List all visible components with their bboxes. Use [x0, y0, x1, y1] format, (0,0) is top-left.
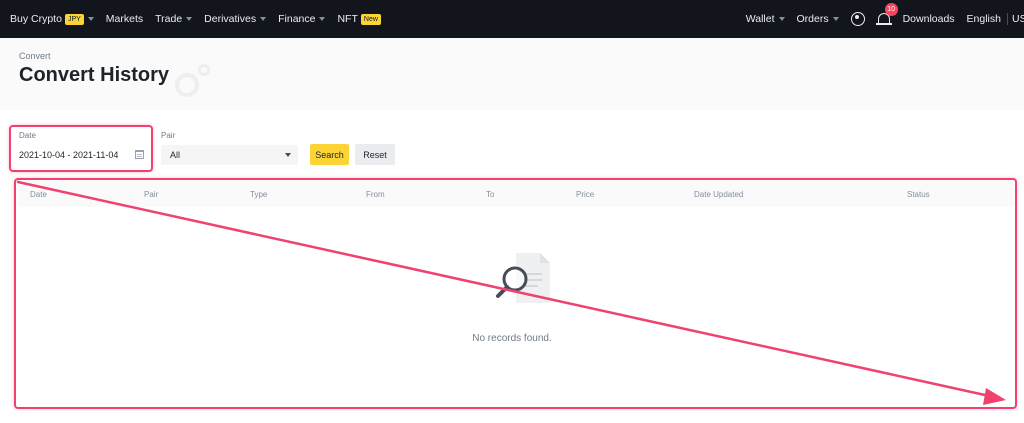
search-button[interactable]: Search: [310, 144, 349, 165]
decorative-ring-icon: [175, 73, 199, 97]
chevron-down-icon: [319, 17, 326, 21]
top-navbar: Buy Crypto JPY Markets Trade Derivatives…: [0, 0, 1024, 38]
bell-icon: 10: [875, 3, 898, 26]
language-selector[interactable]: English: [961, 0, 1003, 38]
column-header-date-updated: Date Updated: [694, 190, 744, 199]
chevron-down-icon: [186, 17, 193, 21]
nav-trade[interactable]: Trade: [149, 0, 198, 38]
nav-downloads-label: Downloads: [902, 13, 955, 25]
language-label: English: [966, 13, 1001, 25]
currency-selector[interactable]: US: [1012, 0, 1024, 38]
nav-buy-crypto[interactable]: Buy Crypto JPY: [4, 0, 100, 38]
breadcrumb[interactable]: Convert: [19, 51, 51, 61]
nav-derivatives-label: Derivatives: [204, 13, 257, 25]
jpy-badge: JPY: [64, 13, 84, 25]
chevron-down-icon: [832, 17, 839, 21]
nav-downloads[interactable]: Downloads: [897, 0, 961, 38]
calendar-icon[interactable]: [135, 150, 144, 159]
chevron-down-icon: [285, 153, 291, 157]
table-header: Date Pair Type From To Price Date Update…: [18, 181, 1014, 207]
nav-markets-label: Markets: [105, 13, 144, 25]
column-header-to: To: [486, 190, 495, 199]
user-icon: [850, 12, 865, 26]
column-header-pair: Pair: [144, 190, 159, 199]
nav-orders[interactable]: Orders: [791, 0, 845, 38]
column-header-from: From: [366, 190, 385, 199]
nav-markets[interactable]: Markets: [100, 0, 149, 38]
pair-select[interactable]: All: [161, 145, 298, 165]
column-header-type: Type: [250, 190, 268, 199]
nav-orders-label: Orders: [796, 13, 829, 25]
decorative-ring-small-icon: [198, 64, 210, 76]
reset-button[interactable]: Reset: [355, 144, 395, 165]
notification-count-badge: 10: [884, 3, 898, 16]
date-label: Date: [19, 131, 36, 140]
column-header-date: Date: [30, 190, 47, 199]
no-records-icon: [496, 253, 550, 303]
nav-finance-label: Finance: [278, 13, 316, 25]
nav-wallet[interactable]: Wallet: [740, 0, 791, 38]
column-header-price: Price: [576, 190, 595, 199]
nav-nft-label: NFT: [337, 13, 358, 25]
page-header: Convert Convert History: [0, 38, 1024, 110]
date-range-value: 2021-10-04 - 2021-11-04: [19, 150, 119, 160]
chevron-down-icon: [87, 17, 94, 21]
nav-nft[interactable]: NFT New: [331, 0, 386, 38]
nav-divider: [1007, 13, 1008, 25]
nav-wallet-label: Wallet: [745, 13, 775, 25]
pair-select-value: All: [170, 150, 181, 160]
nav-finance[interactable]: Finance: [272, 0, 331, 38]
new-badge: New: [360, 13, 381, 25]
currency-label: US: [1012, 13, 1024, 25]
chevron-down-icon: [778, 17, 785, 21]
chevron-down-icon: [260, 17, 267, 21]
date-range-picker[interactable]: 2021-10-04 - 2021-11-04: [14, 145, 148, 165]
account-button[interactable]: [845, 0, 871, 38]
nav-derivatives[interactable]: Derivatives: [198, 0, 272, 38]
page-title: Convert History: [19, 64, 170, 86]
nav-buy-crypto-label: Buy Crypto: [10, 13, 62, 25]
nav-trade-label: Trade: [155, 13, 183, 25]
empty-state-message: No records found.: [472, 333, 552, 344]
column-header-status: Status: [907, 190, 930, 199]
pair-label: Pair: [161, 131, 176, 140]
notifications-button[interactable]: 10: [871, 0, 898, 38]
